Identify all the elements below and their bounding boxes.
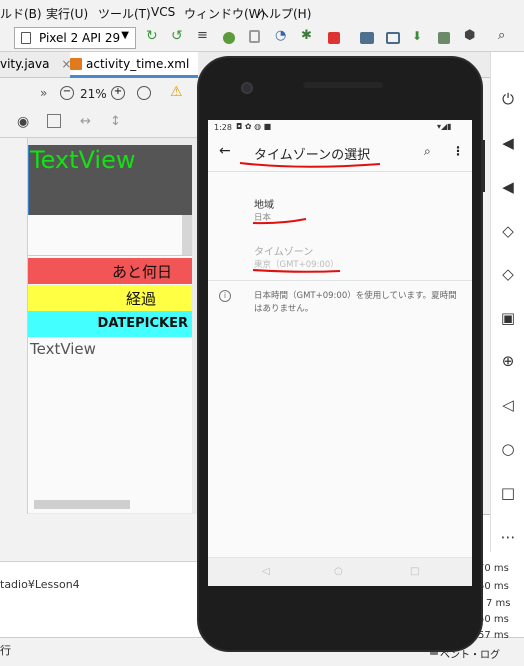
title-underline [239, 162, 381, 168]
annotation-underlines [239, 162, 381, 273]
region-underline [252, 218, 307, 225]
timezone-underline [252, 269, 341, 273]
